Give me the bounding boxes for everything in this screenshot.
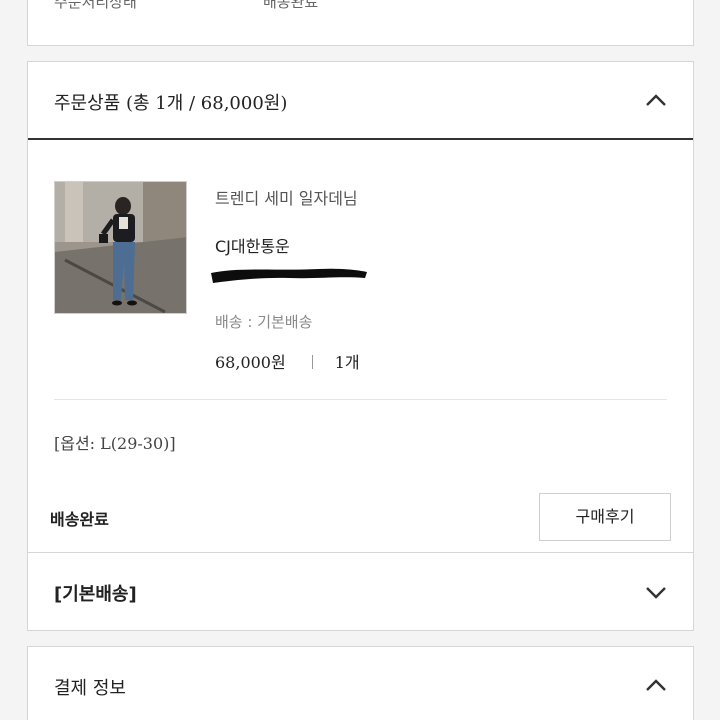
price-quantity-row: 68,000원 1개	[215, 349, 360, 373]
delivery-status: 배송완료	[50, 510, 109, 529]
product-divider	[54, 399, 667, 400]
shipping-card[interactable]: [기본배송]	[27, 552, 694, 631]
product-option: [옵션: L(29-30)]	[54, 434, 176, 453]
product-item: 트렌디 세미 일자데님 CJ대한통운 배송 : 기본배송 68,000원 1개	[54, 181, 669, 401]
ordered-products-title: 주문상품 (총 1개 / 68,000원)	[54, 93, 288, 114]
tracking-number-redaction	[209, 265, 369, 287]
shipping-method: 배송 : 기본배송	[215, 313, 313, 331]
payment-section-title: 결제 정보	[54, 678, 126, 699]
courier-name: CJ대한통운	[215, 237, 290, 256]
write-review-button[interactable]: 구매후기	[539, 493, 671, 541]
product-thumbnail[interactable]	[54, 181, 187, 314]
chevron-up-icon[interactable]	[645, 90, 667, 112]
ordered-products-card: 주문상품 (총 1개 / 68,000원) 트렌디 세미 일자데님 CJ대한통운…	[27, 61, 694, 631]
chevron-up-icon[interactable]	[645, 675, 667, 697]
order-status-label: 주문처리상태	[54, 0, 137, 11]
ordered-products-header[interactable]: 주문상품 (총 1개 / 68,000원)	[28, 62, 693, 140]
product-quantity: 1개	[334, 353, 360, 372]
payment-info-card[interactable]: 결제 정보	[27, 646, 694, 720]
product-price: 68,000원	[215, 353, 286, 372]
price-separator	[311, 355, 313, 369]
order-status-value: 배송완료	[263, 0, 319, 11]
product-name[interactable]: 트렌디 세미 일자데님	[215, 185, 358, 209]
chevron-down-icon[interactable]	[645, 581, 667, 603]
order-status-row: 주문처리상태 배송완료	[28, 0, 693, 15]
order-status-card: 주문처리상태 배송완료	[27, 0, 694, 46]
shipping-section-title: [기본배송]	[54, 584, 137, 605]
